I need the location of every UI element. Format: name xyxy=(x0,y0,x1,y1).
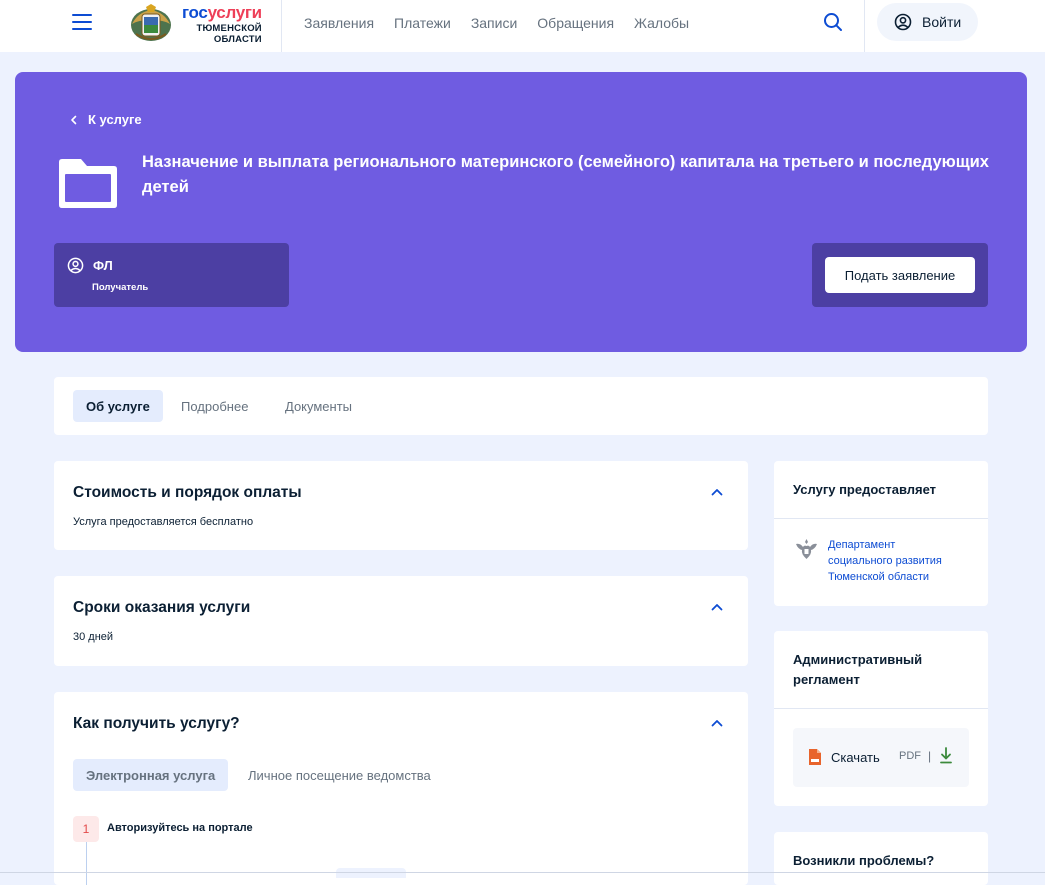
logo-region-line2: ОБЛАСТИ xyxy=(213,34,262,45)
provider-separator xyxy=(774,518,988,519)
regulation-download[interactable]: Скачать PDF | xyxy=(793,728,969,787)
header-divider xyxy=(281,0,282,52)
logo-wordmark: госуслуги xyxy=(182,2,262,22)
step-text: Авторизуйтесь на портале xyxy=(107,822,253,834)
nav-item-payments[interactable]: Платежи xyxy=(394,15,451,31)
site-header: госуслуги ТЮМЕНСКОЙ ОБЛАСТИ Заявления Пл… xyxy=(0,0,1045,52)
terms-text: 30 дней xyxy=(73,631,114,643)
chevron-up-icon[interactable] xyxy=(711,603,723,611)
step-content-peek xyxy=(336,868,406,878)
chevron-up-icon[interactable] xyxy=(711,719,723,727)
step-number: 1 xyxy=(73,816,99,842)
main-nav: Заявления Платежи Записи Обращения Жалоб… xyxy=(304,15,709,31)
pdf-file-icon xyxy=(809,749,821,765)
recipient-type: ФЛ xyxy=(93,258,113,273)
cost-text: Услуга предоставляется бесплатно xyxy=(73,516,254,528)
coat-of-arms-icon xyxy=(131,4,171,41)
back-to-service-link[interactable]: К услуге xyxy=(70,112,142,127)
regulation-separator xyxy=(774,708,988,709)
service-hero: К услуге Назначение и выплата региональн… xyxy=(15,72,1027,352)
header-divider-right xyxy=(864,0,865,52)
terms-card: Сроки оказания услуги 30 дней xyxy=(54,576,748,666)
login-label: Войти xyxy=(922,14,962,30)
back-label: К услуге xyxy=(88,112,142,127)
chevron-up-icon[interactable] xyxy=(711,488,723,496)
terms-title: Сроки оказания услуги xyxy=(73,599,251,616)
nav-item-complaints[interactable]: Жалобы xyxy=(634,15,689,31)
regulation-title: Административный регламент xyxy=(793,652,923,687)
tab-details[interactable]: Подробнее xyxy=(181,390,248,422)
problems-card: Возникли проблемы? xyxy=(774,832,988,885)
service-tabs: Об услуге Подробнее Документы xyxy=(54,377,988,435)
burger-menu-icon[interactable] xyxy=(72,13,94,31)
cost-title: Стоимость и порядок оплаты xyxy=(73,484,302,501)
eagle-emblem-icon xyxy=(796,539,817,559)
search-icon[interactable] xyxy=(822,11,844,33)
submit-application-button[interactable]: Подать заявление xyxy=(825,257,975,293)
file-format: PDF xyxy=(899,750,921,762)
chevron-left-icon xyxy=(71,115,77,124)
site-logo[interactable]: госуслуги ТЮМЕНСКОЙ ОБЛАСТИ xyxy=(128,2,278,46)
download-label[interactable]: Скачать xyxy=(831,750,880,765)
howto-card: Как получить услугу? Электронная услуга … xyxy=(54,692,748,885)
tab-office-visit[interactable]: Личное посещение ведомства xyxy=(248,759,431,791)
user-circle-icon xyxy=(894,13,912,31)
folder-icon xyxy=(59,159,117,208)
user-circle-icon xyxy=(67,257,84,274)
apply-panel: Подать заявление xyxy=(812,243,988,307)
recipient-label: Получатель xyxy=(92,282,149,293)
service-title: Назначение и выплата регионального матер… xyxy=(142,153,989,196)
problems-title: Возникли проблемы? xyxy=(793,853,935,868)
viewport-bottom-edge xyxy=(0,872,1045,873)
download-icon[interactable] xyxy=(940,747,952,764)
howto-title: Как получить услугу? xyxy=(73,715,240,732)
provider-card: Услугу предоставляет Департамент социаль… xyxy=(774,461,988,606)
tab-about[interactable]: Об услуге xyxy=(73,390,163,422)
provider-title: Услугу предоставляет xyxy=(793,482,937,497)
tab-documents[interactable]: Документы xyxy=(285,390,352,422)
department-link[interactable]: Департамент социального развития Тюменск… xyxy=(828,537,978,585)
nav-item-appointments[interactable]: Записи xyxy=(471,15,517,31)
login-button[interactable]: Войти xyxy=(877,3,978,41)
format-separator: | xyxy=(928,749,932,763)
nav-item-applications[interactable]: Заявления xyxy=(304,15,374,31)
recipient-card: ФЛ Получатель xyxy=(54,243,289,307)
logo-region-line1: ТЮМЕНСКОЙ xyxy=(196,22,262,34)
tab-electronic-service[interactable]: Электронная услуга xyxy=(73,759,229,791)
nav-item-appeals[interactable]: Обращения xyxy=(537,15,614,31)
regulation-card: Административный регламент Скачать PDF | xyxy=(774,631,988,806)
step-connector xyxy=(86,842,87,885)
cost-card: Стоимость и порядок оплаты Услуга предос… xyxy=(54,461,748,550)
